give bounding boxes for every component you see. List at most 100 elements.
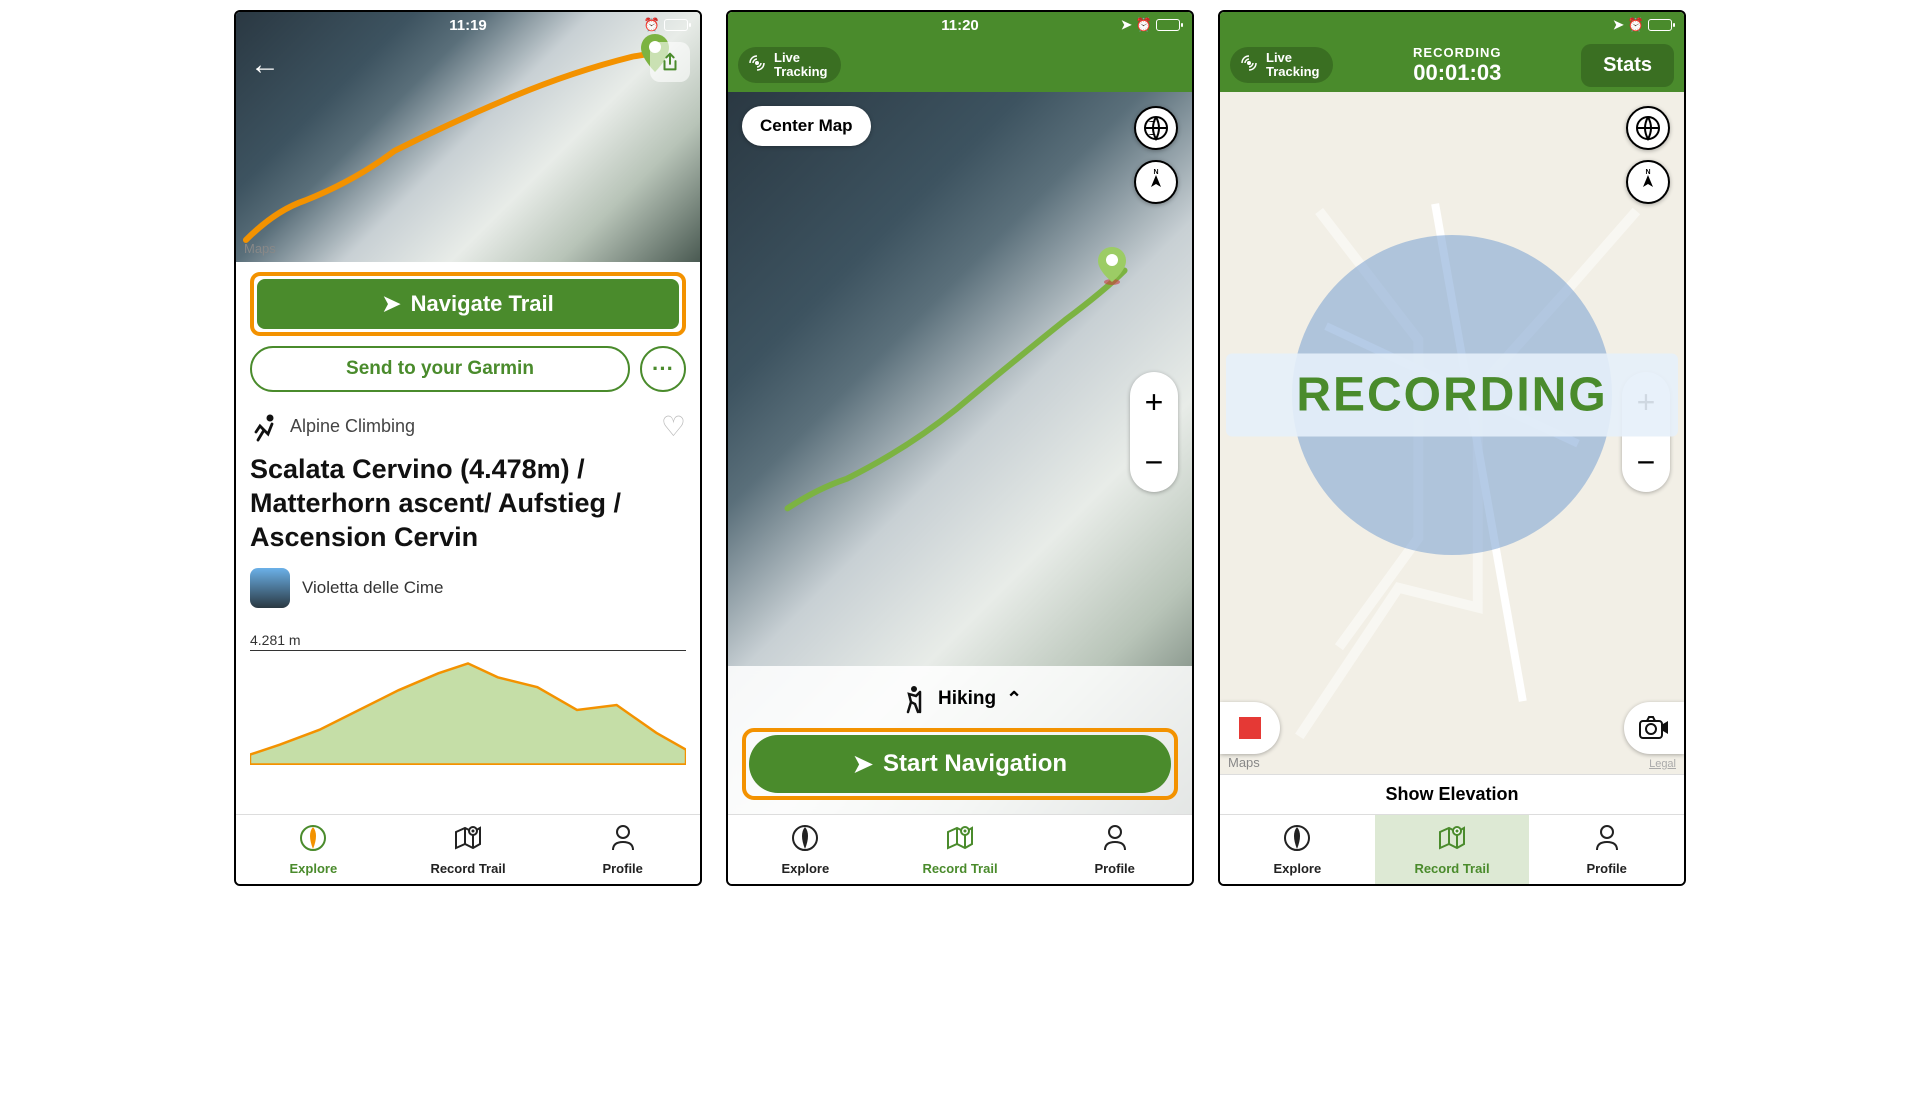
zoom-out-button[interactable]: − — [1622, 432, 1670, 492]
recording-label: RECORDING — [1341, 45, 1573, 60]
navigation-map[interactable]: Center Map N + − Hiking ⌃ ➤ Start Navig — [728, 92, 1192, 814]
status-time: 11:20 — [941, 17, 979, 34]
recording-timer: RECORDING 00:01:03 — [1341, 45, 1573, 86]
broadcast-icon — [748, 54, 766, 75]
bottom-nav: Explore Record Trail Profile — [1220, 814, 1684, 884]
svg-text:N: N — [1153, 169, 1158, 176]
show-elevation-button[interactable]: Show Elevation — [1220, 774, 1684, 814]
screen-start-navigation: 11:20 ➤ ⏰ LiveTracking Center Map — [726, 10, 1194, 886]
compass-button[interactable]: N — [1626, 160, 1670, 204]
record-trail-icon — [453, 824, 483, 859]
start-navigation-label: Start Navigation — [883, 750, 1067, 778]
battery-icon — [1156, 19, 1180, 31]
trail-title: Scalata Cervino (4.478m) / Matterhorn as… — [250, 453, 686, 554]
broadcast-icon — [1240, 54, 1258, 75]
svg-text:N: N — [1645, 169, 1650, 176]
chevron-up-icon: ⌃ — [1006, 688, 1022, 711]
navigate-trail-button[interactable]: ➤ Navigate Trail — [257, 279, 679, 329]
legal-link[interactable]: Legal — [1649, 758, 1676, 770]
nav-profile[interactable]: Profile — [545, 815, 700, 884]
recording-map[interactable]: N + − RECORDING Maps Legal Show Elevatio… — [1220, 92, 1684, 814]
status-time: 11:19 — [449, 17, 487, 34]
navigate-icon: ➤ — [853, 750, 873, 779]
alpine-climbing-icon — [250, 412, 280, 442]
nav-record-trail[interactable]: Record Trail — [391, 815, 546, 884]
highlight-frame: ➤ Navigate Trail — [250, 272, 686, 336]
status-bar: ➤ ⏰ — [1220, 12, 1684, 38]
explore-icon — [299, 824, 327, 859]
nav-profile-label: Profile — [602, 861, 642, 876]
highlight-frame: ➤ Start Navigation — [742, 728, 1178, 800]
elevation-chart — [250, 655, 686, 765]
screen-trail-detail: 11:19 ⏰ ← Maps ➤ Navigate Trail Send to … — [234, 10, 702, 886]
nav-record-trail[interactable]: Record Trail — [1375, 815, 1530, 884]
alarm-icon: ⏰ — [1136, 17, 1152, 33]
navigate-icon: ➤ — [382, 291, 400, 317]
nav-explore[interactable]: Explore — [1220, 815, 1375, 884]
battery-icon — [1648, 19, 1672, 31]
bottom-nav: Explore Record Trail Profile — [728, 814, 1192, 884]
status-bar: 11:19 ⏰ — [236, 12, 700, 38]
author-avatar — [250, 568, 290, 608]
send-to-garmin-button[interactable]: Send to your Garmin — [250, 346, 630, 392]
globe-icon — [1634, 114, 1662, 142]
recording-time: 00:01:03 — [1341, 60, 1573, 86]
hiking-icon — [898, 684, 928, 714]
globe-icon — [1142, 114, 1170, 142]
explore-icon — [791, 824, 819, 859]
activity-selector[interactable]: Hiking ⌃ — [742, 676, 1178, 728]
navigate-trail-label: Navigate Trail — [411, 291, 554, 317]
maps-attribution: Maps — [244, 241, 276, 256]
more-icon: ··· — [652, 356, 674, 382]
profile-icon — [1102, 824, 1128, 859]
alarm-icon: ⏰ — [644, 17, 660, 33]
zoom-control: + − — [1130, 372, 1178, 492]
record-trail-icon — [945, 824, 975, 859]
stats-button[interactable]: Stats — [1581, 44, 1674, 87]
share-button[interactable] — [650, 42, 690, 82]
live-tracking-button[interactable]: LiveTracking — [1230, 47, 1333, 84]
nav-profile[interactable]: Profile — [1529, 815, 1684, 884]
app-header: LiveTracking RECORDING 00:01:03 Stats — [1220, 38, 1684, 92]
nav-explore-label: Explore — [289, 861, 337, 876]
record-trail-icon — [1437, 824, 1467, 859]
nav-explore-label: Explore — [1273, 861, 1321, 876]
battery-icon — [664, 19, 688, 31]
compass-icon: N — [1141, 167, 1171, 197]
trail-category: Alpine Climbing — [290, 416, 415, 437]
nav-profile-label: Profile — [1586, 861, 1626, 876]
explore-icon — [1283, 824, 1311, 859]
map-layers-button[interactable] — [1626, 106, 1670, 150]
app-header: LiveTracking — [728, 38, 1192, 92]
share-icon — [659, 51, 681, 73]
zoom-out-button[interactable]: − — [1130, 432, 1178, 492]
show-elevation-label: Show Elevation — [1385, 784, 1518, 805]
live-tracking-button[interactable]: LiveTracking — [738, 47, 841, 84]
add-photo-button[interactable] — [1624, 702, 1684, 754]
map-layers-button[interactable] — [1134, 106, 1178, 150]
author-name: Violetta delle Cime — [302, 578, 443, 598]
bottom-nav: Explore Record Trail Profile — [236, 814, 700, 884]
trail-map-preview: 11:19 ⏰ ← Maps — [236, 12, 700, 262]
compass-button[interactable]: N — [1134, 160, 1178, 204]
nav-explore[interactable]: Explore — [728, 815, 883, 884]
zoom-in-button[interactable]: + — [1130, 372, 1178, 432]
stats-label: Stats — [1603, 54, 1652, 76]
favorite-button[interactable]: ♡ — [661, 410, 686, 443]
author-row[interactable]: Violetta delle Cime — [250, 568, 686, 608]
maps-attribution: Maps — [1228, 755, 1260, 770]
stop-recording-button[interactable] — [1220, 702, 1280, 754]
back-button[interactable]: ← — [250, 48, 280, 82]
nav-explore[interactable]: Explore — [236, 815, 391, 884]
profile-icon — [1594, 824, 1620, 859]
nav-profile[interactable]: Profile — [1037, 815, 1192, 884]
center-map-button[interactable]: Center Map — [742, 106, 871, 146]
elevation-peak-label: 4.281 m — [250, 632, 686, 651]
start-navigation-button[interactable]: ➤ Start Navigation — [749, 735, 1171, 793]
stop-icon — [1239, 717, 1261, 739]
profile-icon — [610, 824, 636, 859]
recording-banner: RECORDING — [1226, 354, 1678, 437]
more-options-button[interactable]: ··· — [640, 346, 686, 392]
nav-record-trail[interactable]: Record Trail — [883, 815, 1038, 884]
nav-record-label: Record Trail — [430, 861, 505, 876]
